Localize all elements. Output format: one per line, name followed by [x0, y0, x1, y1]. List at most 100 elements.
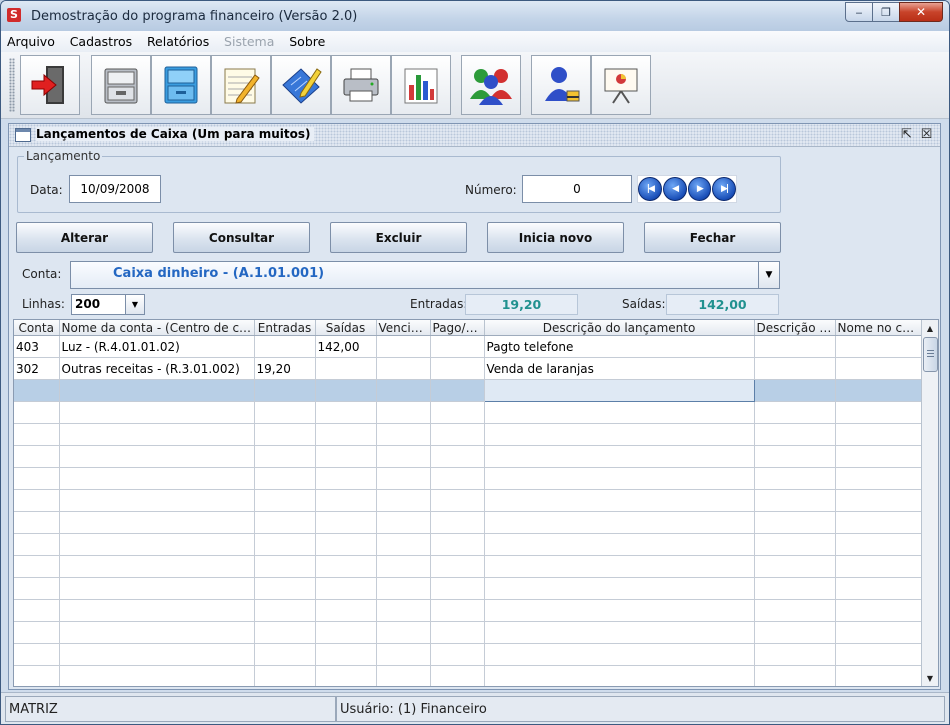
cell[interactable]: [430, 467, 485, 490]
cell[interactable]: [376, 511, 431, 534]
cell[interactable]: [484, 643, 755, 666]
prev-record-icon[interactable]: ◀: [662, 177, 687, 201]
alterar-button[interactable]: Alterar: [16, 222, 153, 253]
cell[interactable]: [430, 357, 485, 380]
cell[interactable]: [376, 599, 431, 622]
cell[interactable]: [484, 599, 755, 622]
cell[interactable]: [754, 467, 836, 490]
cell[interactable]: [376, 555, 431, 578]
cell[interactable]: [254, 467, 316, 490]
table-row[interactable]: 403 Luz - (R.4.01.01.02) 142,00 Pagto te…: [14, 335, 922, 358]
table-row[interactable]: [14, 467, 922, 490]
cell[interactable]: [254, 379, 316, 402]
minimize-button[interactable]: ‒: [845, 2, 873, 22]
table-row[interactable]: [14, 445, 922, 468]
cell[interactable]: [315, 423, 377, 446]
cell[interactable]: [254, 643, 316, 666]
menu-relatorios[interactable]: Relatórios: [141, 31, 214, 49]
cell[interactable]: [315, 665, 377, 686]
cell[interactable]: [59, 599, 255, 622]
cell[interactable]: 403: [14, 335, 60, 358]
cell[interactable]: [835, 577, 922, 600]
fechar-button[interactable]: Fechar: [644, 222, 781, 253]
cell[interactable]: [430, 533, 485, 556]
cell[interactable]: [59, 533, 255, 556]
cell[interactable]: [254, 599, 316, 622]
maximize-button[interactable]: ❐: [872, 2, 900, 22]
consultar-button[interactable]: Consultar: [173, 222, 310, 253]
cell[interactable]: [59, 643, 255, 666]
table-row[interactable]: 302 Outras receitas - (R.3.01.002) 19,20…: [14, 357, 922, 380]
cell[interactable]: [484, 533, 755, 556]
cell[interactable]: [376, 445, 431, 468]
cell[interactable]: [484, 489, 755, 512]
cell[interactable]: [59, 401, 255, 424]
col-nome-cheque[interactable]: Nome no che...: [835, 320, 922, 336]
col-saidas[interactable]: Saídas: [315, 320, 377, 336]
cell[interactable]: [835, 511, 922, 534]
cell[interactable]: [376, 489, 431, 512]
last-record-icon[interactable]: ▶|: [712, 177, 736, 201]
cell[interactable]: [835, 555, 922, 578]
cell[interactable]: [59, 511, 255, 534]
cell[interactable]: [254, 621, 316, 644]
print-button[interactable]: [331, 55, 391, 115]
cell[interactable]: [14, 665, 60, 686]
table-row[interactable]: [14, 533, 922, 556]
conta-combo[interactable]: Caixa dinheiro - (A.1.01.001) ▼: [70, 261, 780, 289]
first-record-icon[interactable]: |◀: [638, 177, 662, 201]
cell[interactable]: [835, 423, 922, 446]
cell[interactable]: [835, 401, 922, 424]
table-row[interactable]: [14, 599, 922, 622]
linhas-select[interactable]: 200 ▼: [71, 294, 145, 315]
cell[interactable]: [315, 577, 377, 600]
cell[interactable]: [754, 489, 836, 512]
cell[interactable]: [484, 577, 755, 600]
cell[interactable]: 142,00: [315, 335, 377, 358]
cell[interactable]: [754, 577, 836, 600]
cell[interactable]: [254, 401, 316, 424]
cell[interactable]: [14, 555, 60, 578]
cell[interactable]: [430, 379, 485, 402]
scroll-up-icon[interactable]: ▲: [922, 320, 938, 336]
cell[interactable]: [315, 467, 377, 490]
cell[interactable]: [484, 665, 755, 686]
cell[interactable]: [835, 335, 922, 358]
cell[interactable]: [754, 665, 836, 686]
cell[interactable]: [254, 445, 316, 468]
cell[interactable]: [59, 555, 255, 578]
selected-row[interactable]: [14, 379, 922, 402]
cell[interactable]: [376, 423, 431, 446]
edit-chart-button[interactable]: [271, 55, 331, 115]
cell[interactable]: [835, 467, 922, 490]
cell[interactable]: Luz - (R.4.01.01.02): [59, 335, 255, 358]
table-row[interactable]: [14, 665, 922, 686]
cell[interactable]: [14, 621, 60, 644]
table-row[interactable]: [14, 423, 922, 446]
cell[interactable]: [754, 621, 836, 644]
cell[interactable]: [430, 577, 485, 600]
notepad-button[interactable]: [211, 55, 271, 115]
cell[interactable]: [376, 467, 431, 490]
cell[interactable]: [14, 533, 60, 556]
col-vencimento[interactable]: Vencim...: [376, 320, 431, 336]
cell[interactable]: [376, 357, 431, 380]
cell[interactable]: [430, 445, 485, 468]
col-conta[interactable]: Conta: [14, 320, 60, 336]
cell[interactable]: [484, 423, 755, 446]
cell[interactable]: [14, 489, 60, 512]
chart-button[interactable]: [391, 55, 451, 115]
vertical-scrollbar[interactable]: ▲ ▼: [921, 320, 938, 686]
cell[interactable]: [430, 665, 485, 686]
cell[interactable]: [376, 665, 431, 686]
cell[interactable]: Outras receitas - (R.3.01.002): [59, 357, 255, 380]
cell[interactable]: [376, 533, 431, 556]
cell[interactable]: [315, 621, 377, 644]
cell[interactable]: [376, 577, 431, 600]
cell[interactable]: [14, 423, 60, 446]
cell[interactable]: [835, 599, 922, 622]
cell[interactable]: 302: [14, 357, 60, 380]
cell[interactable]: [835, 445, 922, 468]
cell[interactable]: [430, 511, 485, 534]
cell[interactable]: [835, 489, 922, 512]
